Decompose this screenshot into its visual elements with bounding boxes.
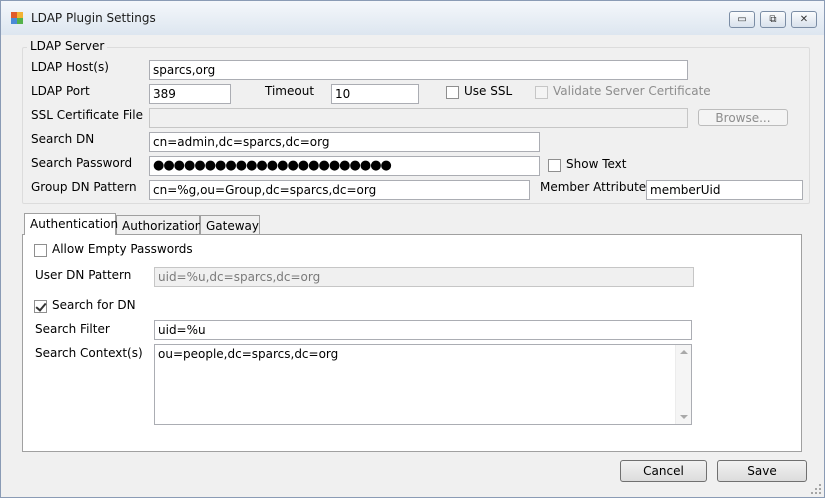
ldap-host-label: LDAP Host(s) [31, 60, 109, 74]
search-for-dn-label[interactable]: Search for DN [52, 298, 136, 312]
cancel-button[interactable]: Cancel [620, 460, 707, 482]
close-icon: ✕ [799, 14, 809, 25]
search-for-dn-checkbox[interactable] [34, 300, 47, 313]
search-context-value: ou=people,dc=sparcs,dc=org [158, 347, 339, 361]
group-dn-input[interactable]: cn=%g,ou=Group,dc=sparcs,dc=org [149, 180, 530, 200]
browse-button[interactable]: Browse... [698, 109, 788, 126]
ldap-settings-window: LDAP Plugin Settings ▭ ⧉ ✕ LDAP Server L… [0, 0, 825, 498]
ldap-host-input[interactable]: sparcs,org [149, 60, 688, 80]
ldap-server-group-title: LDAP Server [27, 39, 108, 53]
user-dn-input[interactable]: uid=%u,dc=sparcs,dc=org [154, 267, 694, 287]
tab-gateway[interactable]: Gateway [200, 215, 260, 236]
authentication-panel: Allow Empty Passwords User DN Pattern ui… [22, 234, 802, 452]
ldap-port-label: LDAP Port [31, 84, 90, 98]
group-dn-label: Group DN Pattern [31, 180, 137, 194]
timeout-input[interactable]: 10 [331, 84, 419, 104]
title-bar[interactable]: LDAP Plugin Settings ▭ ⧉ ✕ [1, 1, 824, 35]
ldap-port-input[interactable]: 389 [149, 84, 231, 104]
search-context-scrollbar[interactable] [675, 345, 691, 424]
close-button[interactable]: ✕ [791, 11, 817, 28]
search-password-label: Search Password [31, 156, 133, 170]
allow-empty-checkbox[interactable] [34, 244, 47, 257]
validate-cert-label[interactable]: Validate Server Certificate [553, 84, 711, 98]
use-ssl-label[interactable]: Use SSL [464, 84, 512, 98]
ssl-cert-label: SSL Certificate File [31, 108, 143, 122]
search-password-input[interactable]: ●●●●●●●●●●●●●●●●●●●●●●● [149, 156, 540, 176]
show-text-label[interactable]: Show Text [566, 157, 626, 171]
member-attribute-label: Member Attribute [540, 180, 647, 194]
resize-grip-icon[interactable] [811, 484, 821, 494]
scroll-up-icon[interactable] [680, 350, 688, 354]
search-dn-input[interactable]: cn=admin,dc=sparcs,dc=org [149, 132, 540, 152]
restore-icon: ⧉ [769, 14, 777, 25]
search-context-label: Search Context(s) [35, 346, 143, 360]
use-ssl-checkbox[interactable] [446, 86, 459, 99]
app-icon [11, 12, 23, 24]
member-attribute-input[interactable]: memberUid [646, 180, 803, 200]
minimize-button[interactable]: ▭ [729, 11, 755, 28]
search-context-textarea[interactable]: ou=people,dc=sparcs,dc=org [154, 344, 692, 425]
search-dn-label: Search DN [31, 132, 95, 146]
user-dn-label: User DN Pattern [35, 268, 132, 282]
search-filter-label: Search Filter [35, 322, 110, 336]
tab-authentication[interactable]: Authentication [24, 213, 118, 235]
save-button[interactable]: Save [717, 460, 807, 482]
scroll-down-icon[interactable] [680, 415, 688, 419]
window-title: LDAP Plugin Settings [31, 11, 156, 25]
validate-cert-checkbox[interactable] [535, 86, 548, 99]
allow-empty-label[interactable]: Allow Empty Passwords [52, 242, 193, 256]
restore-button[interactable]: ⧉ [760, 11, 786, 28]
tab-authorization[interactable]: Authorization [116, 215, 202, 236]
minimize-icon: ▭ [737, 14, 747, 25]
ssl-cert-input[interactable] [149, 108, 688, 128]
timeout-label: Timeout [265, 84, 315, 98]
show-text-checkbox[interactable] [548, 159, 561, 172]
search-filter-input[interactable]: uid=%u [154, 320, 692, 340]
